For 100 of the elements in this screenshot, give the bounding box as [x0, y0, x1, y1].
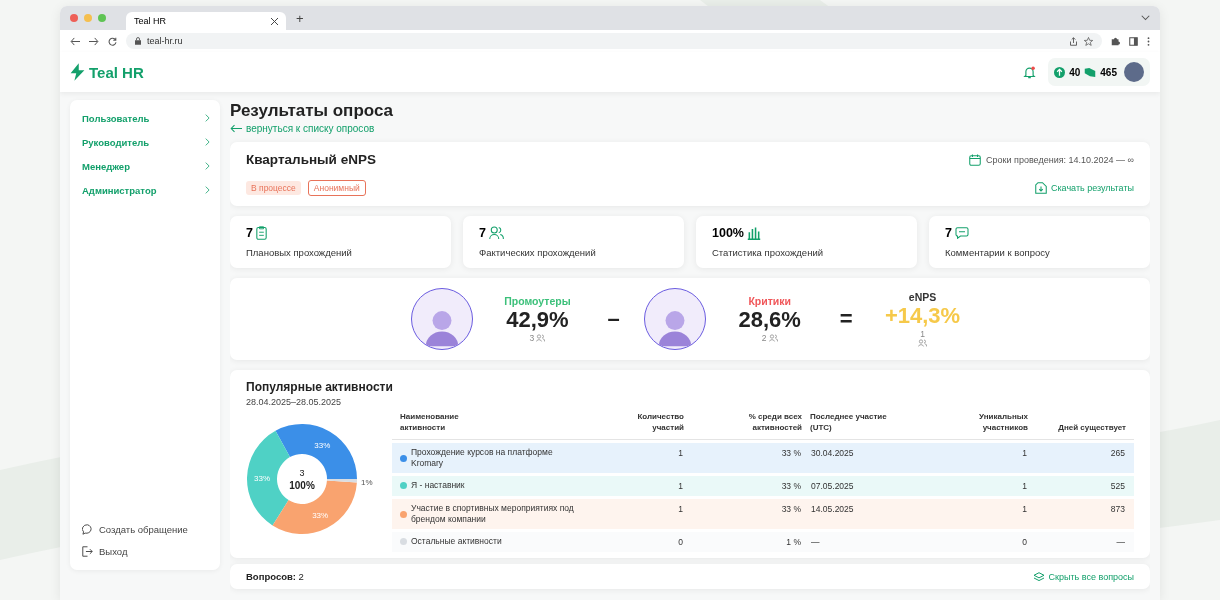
- column-header: Последнее участие (UTC): [810, 411, 888, 434]
- table-cell: 07.05.2025: [810, 480, 855, 492]
- column-header: Дней существует: [1058, 422, 1126, 434]
- download-icon: [1034, 182, 1047, 194]
- group-percent: 42,9%: [506, 307, 569, 333]
- sidebar-action[interactable]: Выход: [82, 540, 210, 562]
- survey-title: Квартальный eNPS: [246, 152, 376, 167]
- column-header: Наименование активности: [400, 411, 460, 434]
- logo-text[interactable]: Teal HR: [89, 63, 144, 81]
- survey-dates: Сроки проведения: 14.10.2024 — ∞: [986, 154, 1134, 165]
- reload-icon[interactable]: [108, 36, 117, 46]
- people-icon: [536, 334, 546, 342]
- chevron-right-icon: [205, 138, 210, 146]
- table-cell: 33 %: [780, 447, 802, 459]
- enps-title: eNPS: [908, 291, 937, 303]
- sidebar-item[interactable]: Руководитель: [82, 130, 210, 154]
- activity-name: Я - наставник: [411, 480, 465, 491]
- user-avatar[interactable]: [1124, 62, 1144, 82]
- activity-name: Участие в спортивных мероприятиях под брендом компании: [411, 503, 575, 525]
- table-cell: 1: [677, 447, 684, 459]
- close-icon[interactable]: [271, 17, 278, 25]
- equals-sign: =: [839, 306, 853, 332]
- chevron-down-icon[interactable]: [1141, 15, 1150, 21]
- table-cell: 0: [677, 536, 684, 548]
- slice-label: 33%: [312, 510, 329, 520]
- status-tag: В процессе: [246, 181, 301, 195]
- arrow-left-icon: [230, 124, 242, 133]
- chevron-right-icon: [205, 162, 210, 170]
- forward-arrow-icon[interactable]: [89, 36, 99, 46]
- table-cell: 33 %: [780, 503, 802, 515]
- stat-value: 100%: [712, 226, 744, 240]
- group-title: Промоутеры: [504, 295, 571, 307]
- chevron-right-icon: [205, 186, 210, 194]
- questions-count: Вопросов: 2: [246, 571, 304, 582]
- download-link[interactable]: Скачать результаты: [1034, 182, 1134, 194]
- respondent-count: 1: [920, 329, 925, 339]
- back-arrow-icon[interactable]: [70, 36, 80, 46]
- stat-label: Комментарии к вопросу: [945, 247, 1051, 258]
- status-tag: Анонимный: [307, 180, 366, 196]
- table-cell: 1: [677, 480, 684, 492]
- url-text: teal-hr.ru: [147, 36, 183, 46]
- table-cell: —: [810, 536, 821, 548]
- stat-value: 7: [479, 226, 486, 240]
- coins-count: 40: [1069, 66, 1081, 78]
- sidebar-item[interactable]: Пользователь: [82, 106, 210, 130]
- people-icon: [918, 339, 928, 347]
- share-icon[interactable]: [1069, 36, 1078, 46]
- clipboard-icon: [255, 226, 267, 240]
- more-vertical-icon[interactable]: [1147, 36, 1150, 46]
- enps-value: +14,3%: [884, 303, 961, 329]
- hide-questions-link[interactable]: Скрыть все вопросы: [1032, 571, 1134, 582]
- slice-label: 33%: [314, 440, 331, 450]
- table-cell: —: [1115, 536, 1126, 548]
- stat-label: Плановых прохождений: [246, 247, 353, 258]
- chevron-right-icon: [205, 114, 210, 122]
- stat-value: 7: [246, 226, 253, 240]
- comment-icon: [954, 227, 969, 239]
- maximize-window-dot[interactable]: [98, 14, 106, 22]
- respondent-count: 2: [761, 333, 767, 343]
- minimize-window-dot[interactable]: [84, 14, 92, 22]
- table-cell: 525: [1109, 480, 1126, 492]
- sidebar-action[interactable]: Создать обращение: [82, 518, 210, 540]
- browser-tab[interactable]: Teal HR: [126, 12, 286, 30]
- table-cell: 1 %: [785, 536, 802, 548]
- close-window-dot[interactable]: [70, 14, 78, 22]
- column-header: Уникальных участников: [978, 411, 1028, 434]
- minus-sign: –: [607, 306, 620, 332]
- new-tab-button[interactable]: +: [296, 10, 304, 26]
- section-title: Популярные активности: [246, 380, 394, 394]
- column-header: % среди всех активностей: [747, 411, 802, 434]
- back-link[interactable]: вернуться к списку опросов: [230, 123, 1150, 134]
- sidebar-panel-icon[interactable]: [1129, 36, 1138, 46]
- lock-icon: [135, 37, 141, 45]
- table-cell: 14.05.2025: [810, 503, 855, 515]
- center-total: 100%: [289, 480, 315, 491]
- people-icon: [488, 226, 504, 240]
- lightning-logo-icon: [70, 63, 85, 81]
- group-percent: 28,6%: [738, 307, 801, 333]
- address-bar[interactable]: teal-hr.ru: [126, 33, 1102, 49]
- center-count: 3: [299, 468, 305, 478]
- column-header: Количество участий: [636, 411, 684, 434]
- calendar-icon: [969, 153, 982, 166]
- table-cell: 1: [1021, 503, 1028, 515]
- bell-icon[interactable]: [1023, 65, 1037, 79]
- table-cell: 33 %: [780, 480, 802, 492]
- date-range: 28.04.2025–28.05.2025: [246, 397, 343, 407]
- sidebar-item[interactable]: Администратор: [82, 178, 210, 202]
- slice-label: 33%: [254, 473, 271, 483]
- activity-name: Остальные активности: [411, 536, 502, 547]
- table-cell: 0: [1021, 536, 1028, 548]
- table-cell: 873: [1109, 503, 1126, 515]
- logout-icon: [82, 545, 93, 557]
- sidebar-item[interactable]: Менеджер: [82, 154, 210, 178]
- coin-icon: [1054, 66, 1066, 78]
- activity-name: Прохождение курсов на платформе Kromary: [411, 447, 554, 469]
- table-cell: 30.04.2025: [810, 447, 855, 459]
- star-icon[interactable]: [1084, 36, 1093, 46]
- chat-bubble-icon: [82, 523, 93, 535]
- respondent-count: 3: [529, 333, 535, 343]
- bar-chart-icon: [747, 226, 761, 240]
